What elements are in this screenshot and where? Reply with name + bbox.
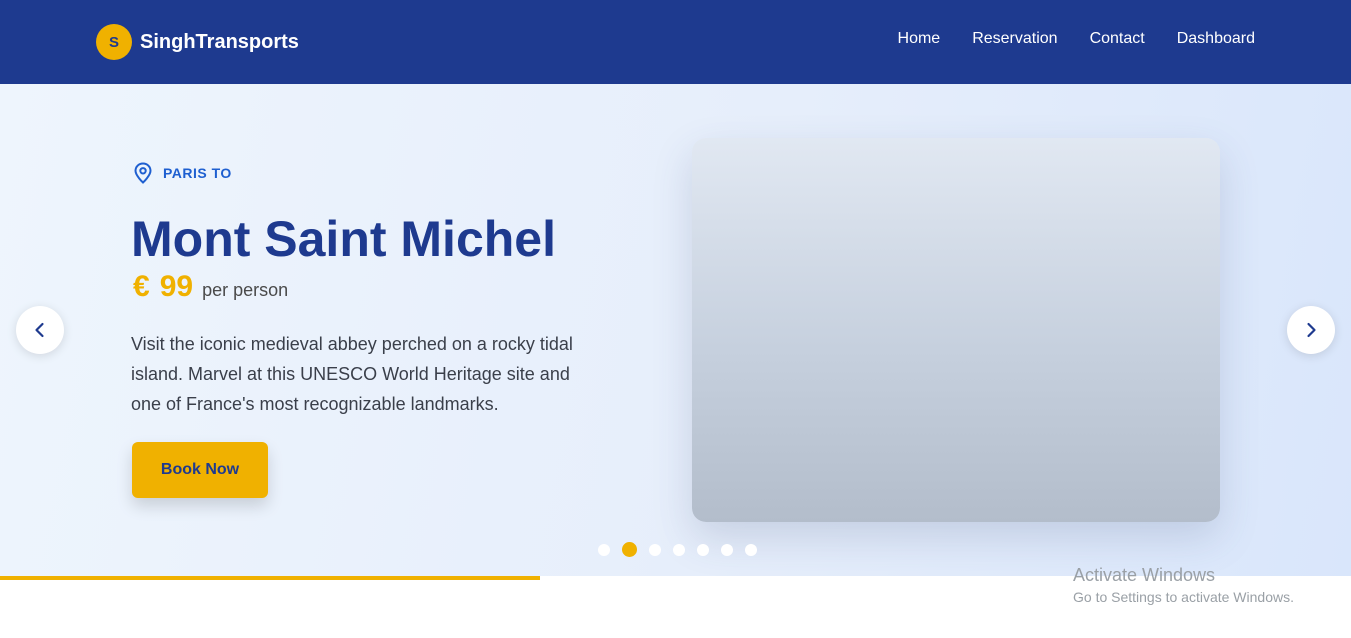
carousel-dot[interactable] (622, 542, 637, 557)
windows-activation-watermark: Activate Windows Go to Settings to activ… (1073, 565, 1294, 605)
watermark-title: Activate Windows (1073, 565, 1216, 585)
nav-link-dashboard[interactable]: Dashboard (1177, 30, 1255, 48)
next-slide-button[interactable] (1287, 306, 1335, 354)
brand-name: SinghTransports (140, 30, 299, 53)
slide-progress-fill (0, 576, 541, 580)
destination-description: Visit the iconic medieval abbey perched … (131, 334, 573, 414)
brand[interactable]: S SinghTransports (96, 24, 299, 60)
carousel-dot[interactable] (721, 543, 733, 556)
prev-slide-button[interactable] (16, 306, 64, 354)
nav-link-contact[interactable]: Contact (1090, 30, 1145, 48)
carousel-dot[interactable] (598, 543, 610, 556)
carousel-dot[interactable] (673, 543, 685, 556)
carousel-dot[interactable] (649, 543, 661, 556)
location-row: PARIS TO (133, 162, 232, 184)
carousel-dot[interactable] (745, 543, 757, 556)
destination-title: Mont Saint Michel (131, 211, 556, 267)
carousel-dot[interactable] (697, 543, 709, 556)
currency-symbol: € (133, 270, 150, 303)
brand-logo: S (96, 24, 132, 60)
destination-image (692, 138, 1220, 522)
map-pin-icon (134, 162, 152, 184)
carousel-indicators (598, 542, 757, 557)
chevron-left-icon (35, 322, 44, 338)
chevron-right-icon (1307, 322, 1316, 338)
price-row: € 99 per person (133, 270, 288, 304)
location-label: PARIS TO (163, 165, 232, 181)
navbar: S SinghTransports Home Reservation Conta… (0, 0, 1351, 84)
watermark-subtitle: Go to Settings to activate Windows. (1073, 589, 1294, 605)
nav-link-reservation[interactable]: Reservation (972, 30, 1057, 48)
price-value: 99 (159, 270, 194, 303)
book-now-button[interactable]: Book Now (132, 442, 268, 498)
price-unit: per person (202, 280, 289, 300)
hero-carousel: PARIS TO Mont Saint Michel € 99 per pers… (0, 84, 1351, 578)
nav-menu: Home Reservation Contact Dashboard (898, 30, 1255, 48)
nav-link-home[interactable]: Home (898, 30, 941, 48)
